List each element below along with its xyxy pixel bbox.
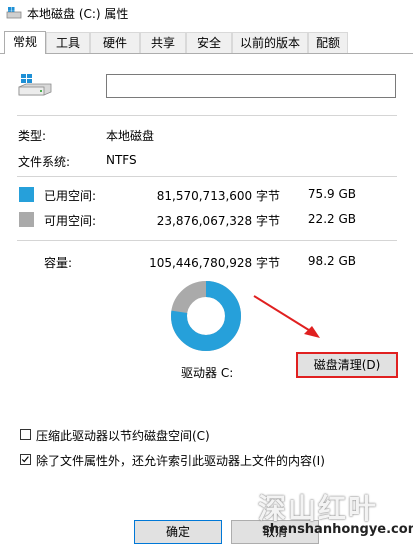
type-label: 类型: bbox=[18, 129, 47, 143]
drive-name-input[interactable] bbox=[106, 74, 396, 98]
tab-tools[interactable]: 工具 bbox=[46, 32, 90, 53]
watermark-url: shenshanhongye.com bbox=[262, 522, 413, 537]
tab-sharing[interactable]: 共享 bbox=[140, 32, 186, 53]
drive-icon bbox=[6, 7, 22, 19]
compress-option-label[interactable]: 压缩此驱动器以节约磁盘空间(C) bbox=[36, 427, 210, 444]
annotation-arrow bbox=[253, 295, 320, 338]
divider bbox=[17, 240, 397, 241]
tab-security[interactable]: 安全 bbox=[186, 32, 232, 53]
tab-hardware[interactable]: 硬件 bbox=[90, 32, 140, 53]
usage-donut-chart bbox=[171, 281, 241, 351]
filesystem-label: 文件系统: bbox=[18, 155, 71, 169]
checkmark-icon bbox=[21, 456, 29, 463]
used-space-size: 75.9 GB bbox=[307, 187, 356, 201]
title-bar: 本地磁盘 (C:) 属性 bbox=[0, 0, 413, 28]
type-value: 本地磁盘 bbox=[106, 129, 155, 143]
used-space-label: 已用空间: bbox=[44, 189, 97, 203]
index-checkbox[interactable] bbox=[20, 454, 31, 465]
tab-general[interactable]: 常规 bbox=[4, 31, 46, 54]
free-space-size: 22.2 GB bbox=[307, 212, 356, 226]
drive-letter-label: 驱动器 C: bbox=[181, 366, 234, 380]
drive-icon bbox=[18, 74, 52, 96]
free-space-label: 可用空间: bbox=[44, 214, 97, 228]
divider bbox=[17, 176, 397, 177]
divider bbox=[17, 115, 397, 116]
free-space-swatch bbox=[19, 212, 34, 227]
index-option-label[interactable]: 除了文件属性外，还允许索引此驱动器上文件的内容(I) bbox=[36, 452, 325, 469]
ok-button[interactable]: 确定 bbox=[134, 520, 222, 544]
capacity-label: 容量: bbox=[44, 256, 73, 270]
compress-checkbox[interactable] bbox=[20, 429, 31, 440]
tab-strip: 常规 工具 硬件 共享 安全 以前的版本 配额 bbox=[0, 31, 413, 54]
tab-previous-versions[interactable]: 以前的版本 bbox=[232, 32, 308, 53]
tab-quota[interactable]: 配额 bbox=[308, 32, 348, 53]
filesystem-value: NTFS bbox=[106, 153, 137, 167]
disk-cleanup-button[interactable]: 磁盘清理(D) bbox=[296, 352, 398, 378]
window-title: 本地磁盘 (C:) 属性 bbox=[27, 7, 129, 21]
watermark-logo: 深山红叶 bbox=[258, 492, 379, 525]
used-space-bytes: 81,570,713,600 字节 bbox=[156, 189, 280, 203]
capacity-bytes: 105,446,780,928 字节 bbox=[149, 256, 280, 270]
free-space-bytes: 23,876,067,328 字节 bbox=[156, 214, 280, 228]
used-space-swatch bbox=[19, 187, 34, 202]
capacity-size: 98.2 GB bbox=[307, 254, 356, 268]
